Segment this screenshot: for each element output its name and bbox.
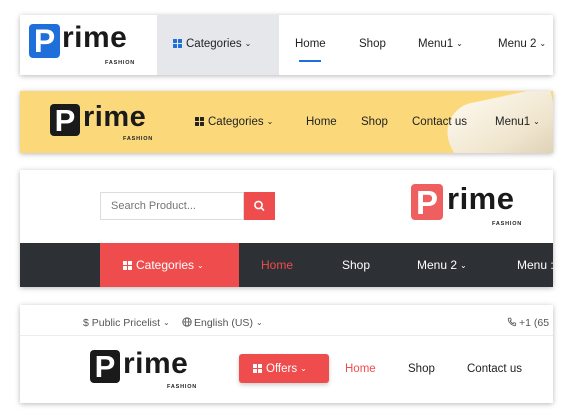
- categories-label: Categories: [186, 38, 242, 50]
- nav-label: Shop: [408, 363, 435, 375]
- search-icon: [254, 200, 265, 211]
- nav-home[interactable]: Home: [261, 258, 293, 272]
- chevron-down-icon: ⌄: [460, 261, 467, 270]
- nav-shop[interactable]: Shop: [408, 363, 435, 375]
- nav-home[interactable]: Home: [295, 38, 326, 50]
- logo-letter: P: [94, 349, 116, 384]
- grid-icon: [123, 261, 132, 270]
- grid-icon: [173, 39, 182, 48]
- nav-label: Shop: [361, 116, 388, 128]
- nav-home[interactable]: Home: [306, 116, 337, 128]
- nav-label: Menu1: [495, 116, 531, 128]
- nav-label: Menu :: [517, 258, 553, 272]
- nav-label: Menu 2: [498, 38, 537, 50]
- offers-label: Offers: [266, 363, 298, 375]
- logo-letter-box: P: [90, 349, 120, 384]
- logo-letter-box: P: [29, 23, 60, 59]
- screenshot-stage: P rime FASHION Categories ⌄ Home Shop Men…: [0, 0, 569, 416]
- nav-label: Contact us: [467, 363, 522, 375]
- nav-menu3[interactable]: Menu :: [517, 258, 553, 272]
- categories-menu[interactable]: Categories ⌄: [123, 258, 204, 272]
- chevron-down-icon: ⌄: [456, 39, 463, 48]
- brand-logo[interactable]: P rime FASHION: [411, 181, 546, 234]
- chevron-down-icon: ⌄: [539, 39, 547, 48]
- categories-label: Categories: [208, 116, 264, 128]
- language-selector[interactable]: English (US) ⌄: [182, 317, 263, 329]
- header-variant-1: P rime FASHION Categories ⌄ Home Shop Men…: [20, 15, 553, 75]
- brand-logo[interactable]: P rime FASHION: [50, 101, 170, 148]
- chevron-down-icon: ⌄: [163, 318, 170, 327]
- nav-shop[interactable]: Shop: [359, 38, 386, 50]
- nav-menu2[interactable]: Menu 2 ⌄: [498, 38, 546, 50]
- nav-contact[interactable]: Contact us: [467, 363, 522, 375]
- chevron-down-icon: ⌄: [244, 39, 252, 48]
- header-variant-3: P rime FASHION Categories⌄ Home Shop Men…: [20, 170, 553, 287]
- nav-menu1[interactable]: Menu1 ⌄: [418, 38, 463, 50]
- logo-word: rime: [62, 21, 128, 54]
- search-input[interactable]: [100, 192, 244, 220]
- logo-word: rime: [123, 347, 189, 380]
- brand-logo[interactable]: P rime FASHION: [29, 21, 149, 68]
- nav-label: Home: [261, 258, 294, 272]
- nav-label: Contact us: [412, 116, 467, 128]
- chevron-down-icon: ⌄: [197, 261, 204, 270]
- categories-menu[interactable]: Categories ⌄: [195, 116, 273, 128]
- nav-label: Shop: [359, 38, 386, 50]
- logo-letter: P: [415, 184, 438, 221]
- logo-letter-box: P: [50, 103, 80, 138]
- logo-word: rime: [447, 181, 515, 216]
- nav-menu2[interactable]: Menu 2 ⌄: [417, 258, 467, 272]
- search-button[interactable]: [244, 192, 275, 220]
- nav-home[interactable]: Home: [345, 363, 376, 375]
- nav-contact[interactable]: Contact us: [412, 116, 467, 128]
- grid-icon: [253, 364, 262, 373]
- header-variant-2: P rime FASHION Categories ⌄ Home Shop Con…: [20, 91, 553, 153]
- header-variant-4: $ Public Pricelist ⌄ English (US) ⌄ +1 (65…: [20, 305, 553, 403]
- nav-label: Menu1: [418, 38, 454, 50]
- logo-letter: P: [54, 103, 76, 138]
- grid-icon: [195, 117, 204, 126]
- globe-icon: [182, 317, 192, 327]
- categories-menu[interactable]: Categories ⌄: [173, 38, 251, 50]
- chevron-down-icon: ⌄: [533, 117, 540, 126]
- chevron-down-icon: ⌄: [266, 117, 274, 126]
- nav-shop[interactable]: Shop: [361, 116, 388, 128]
- chevron-down-icon: ⌄: [300, 364, 307, 373]
- nav-label: Home: [306, 116, 337, 128]
- nav-shop[interactable]: Shop: [342, 258, 370, 272]
- nav-label: Shop: [342, 258, 371, 272]
- pricelist-selector[interactable]: $ Public Pricelist ⌄: [83, 317, 170, 329]
- chevron-down-icon: ⌄: [255, 318, 263, 327]
- logo-tagline: FASHION: [105, 60, 136, 66]
- brand-logo[interactable]: P rime FASHION: [90, 347, 210, 394]
- offers-menu[interactable]: Offers ⌄: [253, 363, 307, 375]
- phone-link[interactable]: +1 (65: [507, 317, 549, 329]
- active-underline: [299, 60, 321, 62]
- logo-letter-box: P: [411, 184, 443, 221]
- logo-word: rime: [83, 101, 147, 133]
- logo-letter: P: [33, 23, 56, 59]
- phone-icon: [507, 317, 517, 327]
- nav-label: Home: [295, 38, 326, 50]
- logo-tagline: FASHION: [123, 136, 154, 142]
- nav-label: Home: [345, 363, 376, 375]
- pricelist-label: $ Public Pricelist: [83, 317, 161, 329]
- categories-label: Categories: [136, 258, 195, 272]
- nav-label: Menu 2: [417, 258, 458, 272]
- nav-menu1[interactable]: Menu1 ⌄: [495, 116, 540, 128]
- logo-tagline: FASHION: [492, 221, 523, 227]
- logo-tagline: FASHION: [167, 384, 198, 390]
- phone-label: +1 (65: [519, 317, 550, 329]
- language-label: English (US): [194, 317, 253, 329]
